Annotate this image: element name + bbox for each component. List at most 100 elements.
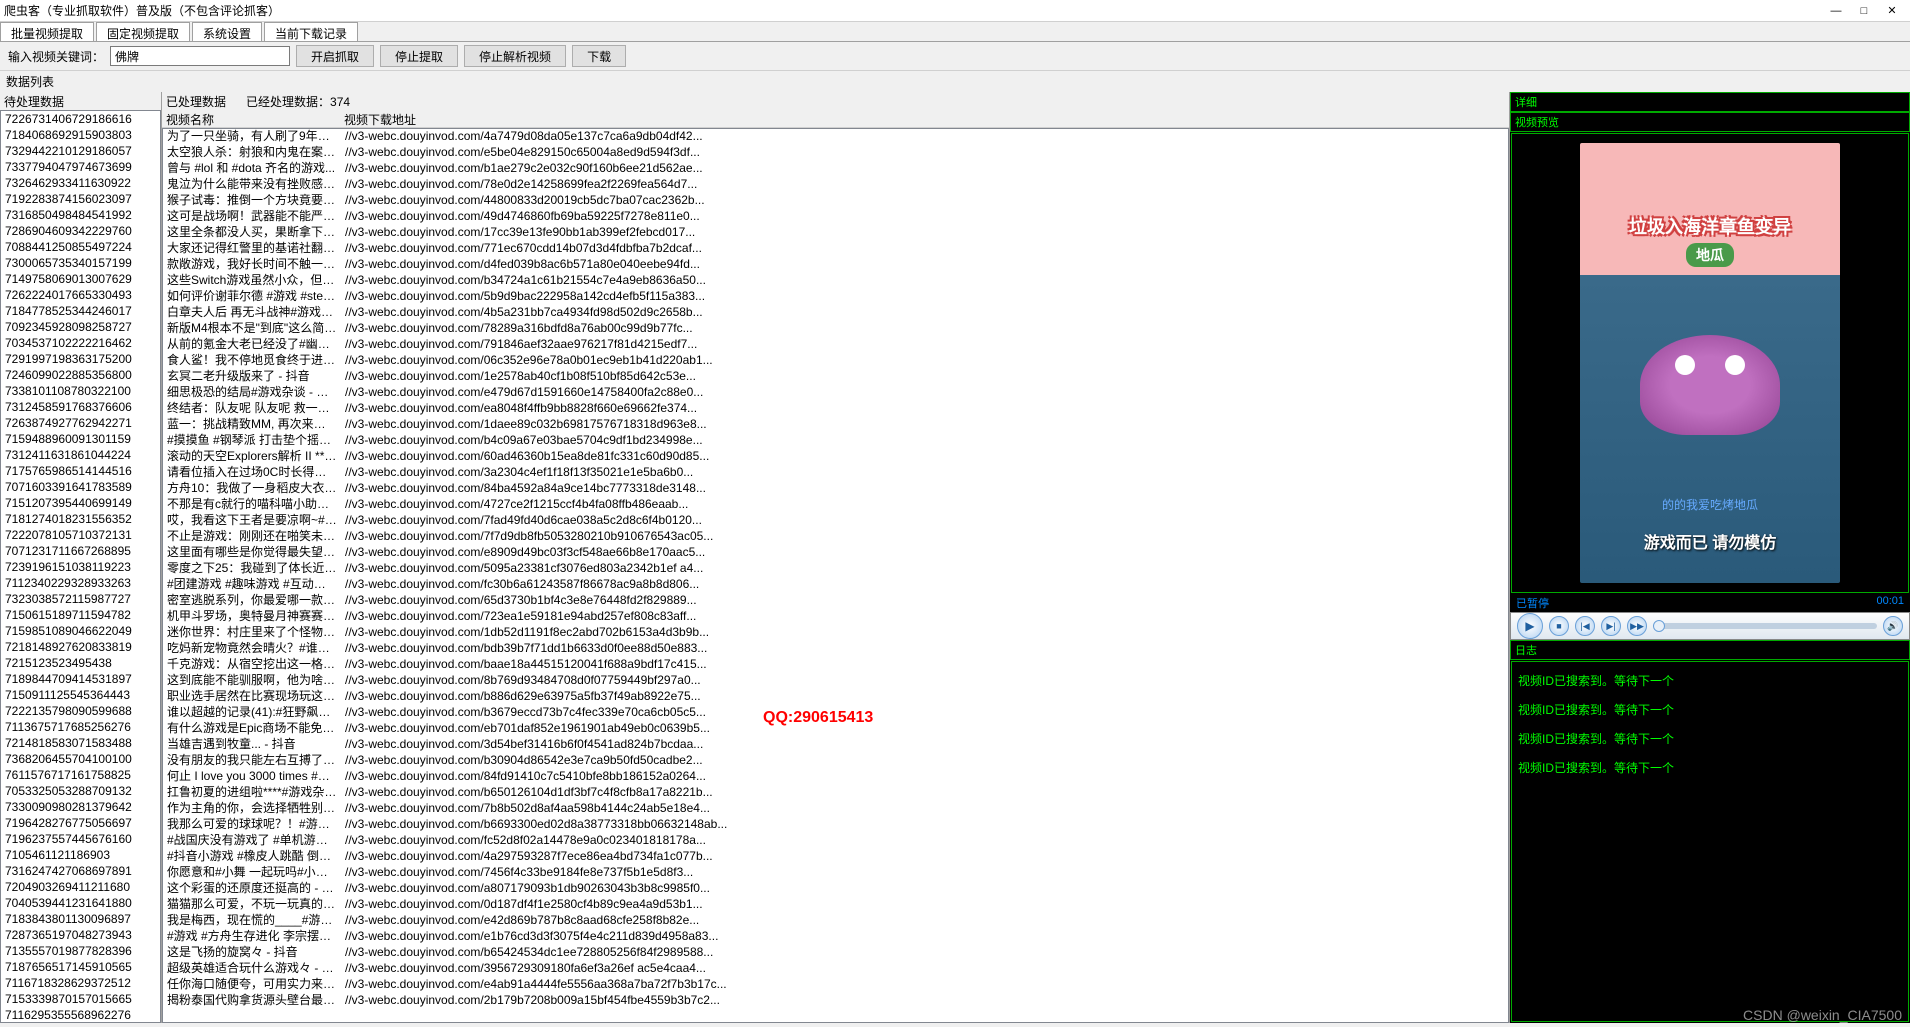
pending-row[interactable]: 7150911125545364443 xyxy=(1,687,160,703)
pending-row[interactable]: 7034537102222216462 xyxy=(1,335,160,351)
pending-row[interactable]: 7323038572115987727 xyxy=(1,591,160,607)
prev-button[interactable]: |◀ xyxy=(1575,616,1595,636)
processed-row[interactable]: 我那么可爱的球球呢？！#游戏 #游...//v3-webc.douyinvod.… xyxy=(163,817,1508,833)
stop-extract-button[interactable]: 停止提取 xyxy=(380,45,458,67)
processed-row[interactable]: 大家还记得红警里的基诺社翻转@A...//v3-webc.douyinvod.c… xyxy=(163,241,1508,257)
stop-button[interactable]: ■ xyxy=(1549,616,1569,636)
pending-row[interactable]: 7183843801130096897 xyxy=(1,911,160,927)
processed-row[interactable]: 曾与 #lol 和 #dota 齐名的游戏...//v3-webc.douyin… xyxy=(163,161,1508,177)
processed-row[interactable]: 终结者：队友呢 队友呢 救一下呗#...//v3-webc.douyinvod.… xyxy=(163,401,1508,417)
tab-download-log[interactable]: 当前下载记录 xyxy=(264,22,358,41)
pending-row[interactable]: 7262224017665330493 xyxy=(1,287,160,303)
pending-row[interactable]: 7105461121186903 xyxy=(1,847,160,863)
processed-row[interactable]: 没有朋友的我只能左右互搏了~#游戏...//v3-webc.douyinvod.… xyxy=(163,753,1508,769)
processed-row[interactable]: 蓝一：挑战精致MM, 再次来到玄二个...//v3-webc.douyinvod… xyxy=(163,417,1508,433)
processed-list[interactable]: 为了一只坐骑，有人刷了9年？看来...//v3-webc.douyinvod.c… xyxy=(162,128,1509,1023)
log-panel[interactable]: 视频ID已搜索到。等待下一个视频ID已搜索到。等待下一个视频ID已搜索到。等待下… xyxy=(1511,661,1909,1022)
processed-row[interactable]: 为了一只坐骑，有人刷了9年？看来...//v3-webc.douyinvod.c… xyxy=(163,129,1508,145)
pending-row[interactable]: 7116295355568962276 xyxy=(1,1007,160,1023)
pending-row[interactable]: 7150615189711594782 xyxy=(1,607,160,623)
seek-slider[interactable] xyxy=(1653,623,1877,629)
processed-row[interactable]: #团建游戏 #趣味游戏 #互动游戏 #1...//v3-webc.douyinv… xyxy=(163,577,1508,593)
pending-row[interactable]: 7192283874156023097 xyxy=(1,191,160,207)
pending-row[interactable]: 7196237557445676160 xyxy=(1,831,160,847)
processed-row[interactable]: 何止 I love you 3000 times #钢铁侠 #...//v3-w… xyxy=(163,769,1508,785)
processed-row[interactable]: 这些Switch游戏虽然小众，但请务必...//v3-webc.douyinvo… xyxy=(163,273,1508,289)
processed-row[interactable]: 不止是游戏：刚刚还在啪笑未成年人...//v3-webc.douyinvod.c… xyxy=(163,529,1508,545)
processed-row[interactable]: 款敞游戏，我好长时间不触一个人...//v3-webc.douyinvod.co… xyxy=(163,257,1508,273)
pending-row[interactable]: 7053325053288709132 xyxy=(1,783,160,799)
tab-fixed-extract[interactable]: 固定视频提取 xyxy=(96,22,190,41)
pending-row[interactable]: 7088441250855497224 xyxy=(1,239,160,255)
processed-row[interactable]: 迷你世界：村庄里来了个怪物 看见...//v3-webc.douyinvod.c… xyxy=(163,625,1508,641)
pending-row[interactable]: 7196428276775056697 xyxy=(1,815,160,831)
pending-row[interactable]: 7330090980281379642 xyxy=(1,799,160,815)
processed-row[interactable]: 太空狼人杀：射狼和内鬼在案发现场...//v3-webc.douyinvod.c… xyxy=(163,145,1508,161)
pending-row[interactable]: 7181274018231556352 xyxy=(1,511,160,527)
processed-row[interactable]: 吃妈新宠物竟然会晴火？#谁言1v4 #...//v3-webc.douyinvo… xyxy=(163,641,1508,657)
maximize-button[interactable]: □ xyxy=(1850,5,1878,17)
download-button[interactable]: 下载 xyxy=(572,45,626,67)
tab-settings[interactable]: 系统设置 xyxy=(192,22,262,41)
processed-row[interactable]: 猴子试毒：推倒一个方块竟要2元，...//v3-webc.douyinvod.c… xyxy=(163,193,1508,209)
processed-row[interactable]: 扛鲁初夏的进组啦****#游戏杂谈 #...//v3-webc.douyinvo… xyxy=(163,785,1508,801)
processed-row[interactable]: 细思极恐的结局#游戏杂谈 - 抖音//v3-webc.douyinvod.com… xyxy=(163,385,1508,401)
pending-row[interactable]: 7116718328629372512 xyxy=(1,975,160,991)
pending-row[interactable]: 7159851089046622049 xyxy=(1,623,160,639)
processed-row[interactable]: #摸摸鱼 #钢琴派 打击垫个摇摆摇狗...//v3-webc.douyinvod… xyxy=(163,433,1508,449)
processed-row[interactable]: 这个彩蛋的还原度还挺高的 - 抖音//v3-webc.douyinvod.com… xyxy=(163,881,1508,897)
pending-row[interactable]: 7135557019877828396 xyxy=(1,943,160,959)
pending-row[interactable]: 7337794047974673699 xyxy=(1,159,160,175)
processed-row[interactable]: 滚动的天空Explorers解析 II ******...//v3-webc.d… xyxy=(163,449,1508,465)
pending-row[interactable]: 7329442210129186057 xyxy=(1,143,160,159)
pending-row[interactable]: 7112340229328933263 xyxy=(1,575,160,591)
fastfwd-button[interactable]: ▶▶ xyxy=(1627,616,1647,636)
play-button[interactable]: ▶ xyxy=(1517,613,1543,639)
pending-row[interactable]: 7300065735340157199 xyxy=(1,255,160,271)
processed-row[interactable]: 这里全条都没人买，果断拿下去开箱...//v3-webc.douyinvod.c… xyxy=(163,225,1508,241)
processed-row[interactable]: 这是飞扬的旋窝々 - 抖音//v3-webc.douyinvod.com/b65… xyxy=(163,945,1508,961)
processed-row[interactable]: 白章夫人后 再无斗战神#游戏杂谈#...//v3-webc.douyinvod.… xyxy=(163,305,1508,321)
processed-row[interactable]: 当雄吉遇到牧童... - 抖音//v3-webc.douyinvod.com/3… xyxy=(163,737,1508,753)
pending-row[interactable]: 7222135798090599688 xyxy=(1,703,160,719)
volume-button[interactable]: 🔊 xyxy=(1883,616,1903,636)
pending-row[interactable]: 7326462933411630922 xyxy=(1,175,160,191)
pending-row[interactable]: 7214818583071583488 xyxy=(1,735,160,751)
pending-row[interactable]: 7071603391641783589 xyxy=(1,479,160,495)
processed-row[interactable]: #战国庆没有游戏了 #单机游戏 #st...//v3-webc.douyinvo… xyxy=(163,833,1508,849)
processed-row[interactable]: 这可是战场啊！武器能不能严肃点！...//v3-webc.douyinvod.c… xyxy=(163,209,1508,225)
processed-row[interactable]: 谁以超越的记录(41):#狂野飙车9七...//v3-webc.douyinvo… xyxy=(163,705,1508,721)
close-button[interactable]: ✕ xyxy=(1878,4,1906,17)
pending-row[interactable]: 7316850498484541992 xyxy=(1,207,160,223)
processed-row[interactable]: #游戏 #方舟生存进化 李宗摆果然是...//v3-webc.douyinvod… xyxy=(163,929,1508,945)
processed-row[interactable]: 机甲斗罗场，奥特曼月神赛赛大战竟...//v3-webc.douyinvod.c… xyxy=(163,609,1508,625)
pending-row[interactable]: 7368206455704100100 xyxy=(1,751,160,767)
processed-row[interactable]: 零度之下25：我碰到了体长近百米的...//v3-webc.douyinvod.… xyxy=(163,561,1508,577)
processed-row[interactable]: 请看位插入在过场0C时长得像个人#...//v3-webc.douyinvod.… xyxy=(163,465,1508,481)
minimize-button[interactable]: — xyxy=(1822,5,1850,17)
pending-row[interactable]: 7286904609342229760 xyxy=(1,223,160,239)
pending-row[interactable]: 7312411631861044224 xyxy=(1,447,160,463)
pending-row[interactable]: 7092345928098258727 xyxy=(1,319,160,335)
pending-row[interactable]: 7187656517145910565 xyxy=(1,959,160,975)
processed-row[interactable]: #抖音小游戏 #橡皮人跳酷 倒看跳酪...//v3-webc.douyinvod… xyxy=(163,849,1508,865)
processed-row[interactable]: 这到底能不能驯服啊，他为啥来跳我...//v3-webc.douyinvod.c… xyxy=(163,673,1508,689)
pending-row[interactable]: 7239196151038119223 xyxy=(1,559,160,575)
pending-row[interactable]: 7215123523495438 xyxy=(1,655,160,671)
processed-row[interactable]: 超级英雄适合玩什么游戏々 - 抖音//v3-webc.douyinvod.com… xyxy=(163,961,1508,977)
pending-list[interactable]: 7226731406729186616718406869291590380373… xyxy=(0,110,161,1023)
processed-row[interactable]: 食人鲨！我不停地觅食终于进化成功...//v3-webc.douyinvod.c… xyxy=(163,353,1508,369)
pending-row[interactable]: 7246099022885356800 xyxy=(1,367,160,383)
processed-row[interactable]: 不那是有c就行的喵科喵小助手...//v3-webc.douyinvod.com… xyxy=(163,497,1508,513)
pending-row[interactable]: 7611576717161758825 xyxy=(1,767,160,783)
processed-row[interactable]: 作为主角的你，会选择牺牲别人征救...//v3-webc.douyinvod.c… xyxy=(163,801,1508,817)
pending-row[interactable]: 7071231711667268895 xyxy=(1,543,160,559)
pending-row[interactable]: 7040539441231641880 xyxy=(1,895,160,911)
pending-row[interactable]: 7291997198363175200 xyxy=(1,351,160,367)
processed-row[interactable]: 如何评价谢菲尔德 #游戏 #steam游...//v3-webc.douyinv… xyxy=(163,289,1508,305)
processed-row[interactable]: 新版M4根本不是"到底"这么简单！后...//v3-webc.douyinvod… xyxy=(163,321,1508,337)
pending-row[interactable]: 7218148927620833819 xyxy=(1,639,160,655)
processed-row[interactable]: 有什么游戏是Epic商场不能免费送...//v3-webc.douyinvod.… xyxy=(163,721,1508,737)
pending-row[interactable]: 7184778525344246017 xyxy=(1,303,160,319)
pending-row[interactable]: 7222078105710372131 xyxy=(1,527,160,543)
